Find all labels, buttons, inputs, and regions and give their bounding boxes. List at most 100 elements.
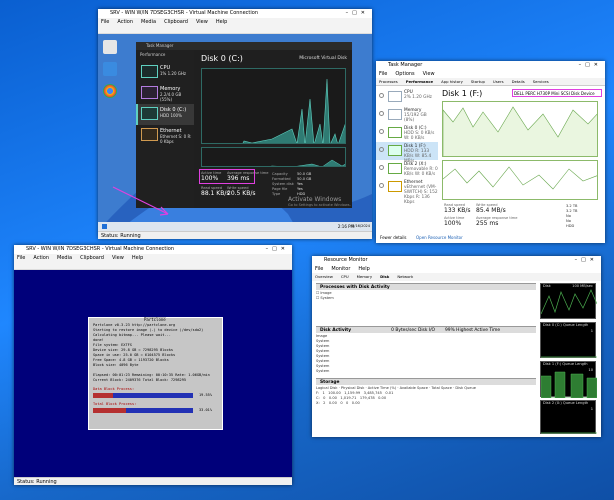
- w2-tabs[interactable]: Processes Performance App history Startup Us…: [376, 78, 605, 86]
- menu-file[interactable]: File: [379, 71, 387, 77]
- tm-details-values: 50.0 GB 50.0 GB Yes Yes HDD: [297, 172, 312, 196]
- window-controls[interactable]: –□✕: [346, 9, 369, 18]
- w2-write-speed: Write speed 85.4 MB/s: [476, 203, 506, 214]
- data-block-pct: 19.55%: [199, 393, 212, 397]
- menu-monitor[interactable]: Monitor: [331, 266, 350, 272]
- vm1-toolbar[interactable]: [98, 26, 372, 34]
- menu-help[interactable]: Help: [132, 255, 143, 261]
- list-item-ethernet[interactable]: Ethernet vEthernet (VM-SWITCH) S: 152 Kbp…: [376, 178, 438, 205]
- menu-help[interactable]: Help: [358, 266, 369, 272]
- start-icon[interactable]: [102, 224, 107, 229]
- list-item-cpu[interactable]: CPU 2% 1.20 GHz: [376, 88, 438, 106]
- menu-help[interactable]: Help: [216, 19, 227, 25]
- edge-icon[interactable]: [103, 62, 117, 76]
- tm-main: Disk 0 (C:) Microsoft Virtual Disk Activ…: [194, 50, 352, 208]
- vm1-taskbar[interactable]: 2:16 PM 5/16/2024: [98, 222, 372, 231]
- tab-performance[interactable]: Performance: [406, 79, 433, 84]
- stat-read-speed: Read speed 88.1 KB/s: [201, 186, 230, 197]
- list-item-memory[interactable]: Memory 15/192 GB (8%): [376, 106, 438, 124]
- menu-file[interactable]: File: [17, 255, 25, 261]
- chrome-icon[interactable]: [103, 84, 117, 98]
- tm-disk-title: Disk 0 (C:): [201, 54, 243, 63]
- vm3-screen[interactable]: Partclone Partclone v0.3.23 http://partc…: [14, 270, 292, 477]
- list-item-disk1[interactable]: Disk 1 (F:) HDD R: 133 KB/s W: 85.4 MB/s: [376, 142, 438, 164]
- vm1-menubar[interactable]: File Action Media Clipboard View Help: [98, 18, 372, 26]
- tm-header: Task Manager: [136, 42, 352, 50]
- vm-window-1[interactable]: SRV - WIN W/IN 7DSEG3CHSR - Virtual Mach…: [98, 9, 372, 239]
- w4-titlebar[interactable]: Resource Monitor –□✕: [312, 256, 601, 265]
- tm-disk-model: Microsoft Virtual Disk: [299, 56, 347, 61]
- section-disk-activity[interactable]: Disk Activity 0 Bytes/sec Disk I/O 99% Hig…: [316, 326, 536, 333]
- tm-item-cpu[interactable]: CPU 1% 1.20 GHz: [136, 62, 194, 83]
- annotation-arrow-icon: [112, 186, 169, 216]
- graph-disk1-queue: Disk 1 (F:) Queue Length 10: [540, 361, 598, 399]
- w2-menubar[interactable]: File Options View: [376, 70, 605, 78]
- tab-overview[interactable]: Overview: [315, 274, 333, 279]
- w2-titlebar[interactable]: Task Manager –□✕: [376, 61, 605, 70]
- list-item-disk0[interactable]: Disk 0 (C:) HDD S: 0 KB/s W: 0 KB/s: [376, 124, 438, 142]
- storage-row-x: X: 2 0.00 0 0 0.00: [316, 401, 360, 405]
- section-storage[interactable]: Storage: [316, 378, 536, 385]
- tm-item-ethernet[interactable]: Ethernet Ethernet S: 0 R: 0 Kbps: [136, 125, 194, 146]
- activate-windows: Activate Windows: [288, 196, 342, 203]
- partclone-dialog: Partclone Partclone v0.3.23 http://partc…: [88, 317, 223, 430]
- menu-view[interactable]: View: [423, 71, 435, 77]
- activate-windows-sub: Go to Settings to activate Windows.: [288, 203, 351, 207]
- tab-app-history[interactable]: App history: [441, 79, 463, 84]
- menu-clipboard[interactable]: Clipboard: [164, 19, 188, 25]
- tab-users[interactable]: Users: [493, 79, 504, 84]
- menu-file[interactable]: File: [315, 266, 323, 272]
- fewer-details-link[interactable]: Fewer details: [380, 235, 407, 240]
- data-block-label: Data Block Process:: [93, 387, 135, 391]
- w2-details-values: 3.2 TB 3.2 TB No No HDD: [566, 204, 578, 228]
- annotation-box-model: [512, 89, 602, 97]
- tab-details[interactable]: Details: [512, 79, 525, 84]
- date: 5/16/2024: [352, 224, 370, 228]
- data-block-progress: [93, 393, 193, 398]
- tm-active-time-graph: [201, 68, 346, 144]
- w4-menubar[interactable]: File Monitor Help: [312, 265, 601, 273]
- graph-disk0-queue: Disk 0 (C:) Queue Length 1: [540, 322, 597, 358]
- vm3-status: Status: Running: [14, 477, 292, 485]
- w2-device-list[interactable]: CPU 2% 1.20 GHz Memory 15/192 GB (8%) Disk…: [376, 88, 438, 205]
- menu-media[interactable]: Media: [141, 19, 156, 25]
- menu-view[interactable]: View: [112, 255, 124, 261]
- w4-tabs[interactable]: Overview CPU Memory Disk Network: [312, 273, 601, 281]
- w2-active-time: Active time 100%: [444, 216, 465, 227]
- resource-monitor[interactable]: Resource Monitor –□✕ File Monitor Help Over…: [312, 256, 601, 437]
- list-item-disk2[interactable]: Disk 2 (X:) Removable R: 0 KB/s W: 0 KB/s: [376, 160, 438, 178]
- graph-disk: Disk 100 MB/sec: [540, 283, 598, 319]
- section-processes[interactable]: Processes with Disk Activity: [316, 283, 536, 290]
- disk-activity-grid: Image System System System System System Syste…: [316, 334, 330, 373]
- tm-section: Performance: [140, 52, 166, 57]
- w2-transfer-graph: [442, 160, 598, 200]
- host-task-manager[interactable]: Task Manager –□✕ File Options View Processe…: [376, 61, 605, 243]
- total-block-progress: [93, 408, 193, 413]
- menu-clipboard[interactable]: Clipboard: [80, 255, 104, 261]
- open-resource-monitor-link[interactable]: Open Resource Monitor: [416, 235, 463, 240]
- menu-file[interactable]: File: [101, 19, 109, 25]
- tab-services[interactable]: Services: [533, 79, 549, 84]
- vm1-titlebar[interactable]: SRV - WIN W/IN 7DSEG3CHSR - Virtual Mach…: [98, 9, 372, 18]
- tm-item-memory[interactable]: Memory 2.2/4.0 GB (55%): [136, 83, 194, 104]
- tab-disk[interactable]: Disk: [380, 274, 389, 279]
- processes-grid: ☐ Image ☐ System: [316, 291, 334, 300]
- vm1-screen[interactable]: Task Manager Performance CPU 1% 1.20 GHz …: [98, 34, 372, 231]
- tm-item-disk0[interactable]: Disk 0 (C:) HDD 100%: [136, 104, 194, 125]
- vm3-toolbar[interactable]: [14, 262, 292, 270]
- recycle-bin-icon[interactable]: [103, 40, 117, 54]
- menu-action[interactable]: Action: [117, 19, 133, 25]
- tab-startup[interactable]: Startup: [471, 79, 485, 84]
- tab-memory[interactable]: Memory: [357, 274, 372, 279]
- menu-action[interactable]: Action: [33, 255, 49, 261]
- menu-media[interactable]: Media: [57, 255, 72, 261]
- total-block-pct: 33.01%: [199, 408, 212, 412]
- tab-network[interactable]: Network: [397, 274, 413, 279]
- menu-options[interactable]: Options: [395, 71, 414, 77]
- tab-cpu[interactable]: CPU: [341, 274, 349, 279]
- tab-processes[interactable]: Processes: [379, 79, 398, 84]
- menu-view[interactable]: View: [196, 19, 208, 25]
- vm-window-partclone[interactable]: SRV - WIN W/IN 7DSEG3CHSR - Virtual Mach…: [14, 245, 292, 485]
- vm3-menubar[interactable]: File Action Media Clipboard View Help: [14, 254, 292, 262]
- vm3-titlebar[interactable]: SRV - WIN W/IN 7DSEG3CHSR - Virtual Mach…: [14, 245, 292, 254]
